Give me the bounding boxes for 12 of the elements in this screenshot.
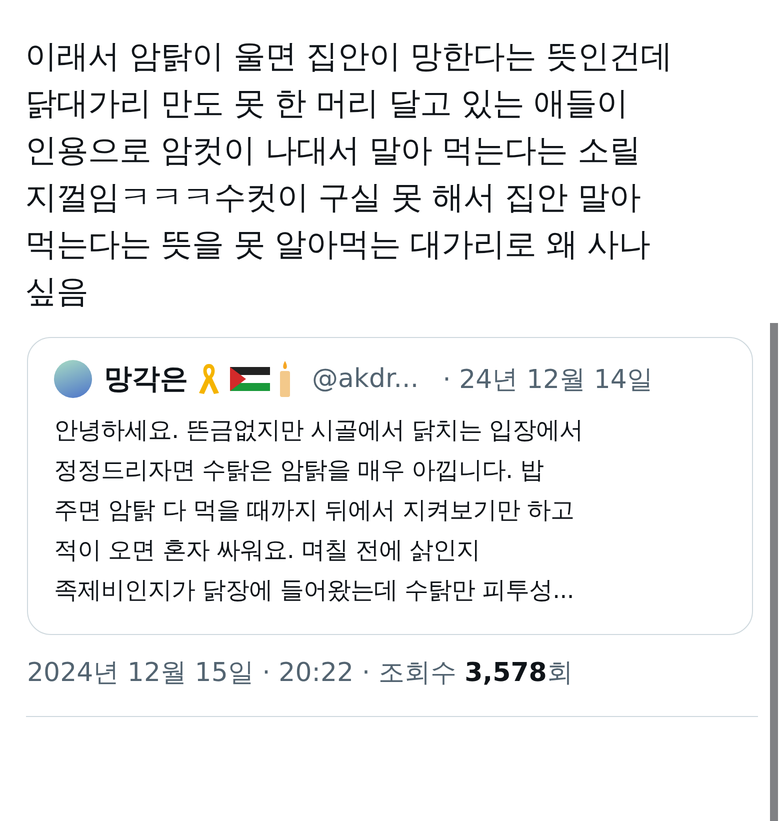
quote-date: · 24년 12월 14일 [442, 364, 653, 396]
flag-icon [230, 365, 270, 393]
author-handle: @akdr... [312, 364, 419, 394]
avatar [54, 360, 92, 398]
scrollbar[interactable] [770, 323, 778, 821]
quote-text: 안녕하세요. 뜬금없지만 시골에서 닭치는 입장에서 정정드리자면 수탉은 암탉을 매우 아낍니다. 밥 주면 암탉 다 먹을 때까지 뒤에서 지켜보기만 하고 적이 오면 혼자 싸워요. 며칠 전에 삵인지 족제비인지가 닭장에 들어왔는데 수탉만 피투성... [54, 415, 584, 606]
quote-card[interactable]: 망각은 @akdr... · 24년 12월 14일 안녕하세요. 뜬금없지만 시골에서 닭치는 입장에서 정정드리자면 수탉은 암탉을 매우 아낍니다. 밥 주면 암탉 다 먹을 때까지 뒤에서 지켜보기만 하고 적이 오면 혼자 싸워요. 며칠 전에 삵인지 족제비인지가 닭장에 들어왔는데 수탉만 피투성... [27, 337, 753, 635]
ribbon-icon [196, 362, 222, 396]
candle-icon [278, 360, 292, 398]
post-text: 이래서 암탉이 울면 집안이 망한다는 뜻인건데 닭대가리 만도 못 한 머리 달고 있는 애들이 인용으로 암컷이 나대서 말아 먹는다는 소릴 지껄임ㅋㅋㅋ수컷이 구실 못 해서 집안 말아 먹는다는 뜻을 못 알아먹는 대가리로 왜 사나 싶음 [24, 36, 673, 312]
author-name: 망각은 [104, 361, 188, 397]
post-meta: 2024년 12월 15일 · 20:22 · 조회수 3,578회 [27, 657, 574, 690]
